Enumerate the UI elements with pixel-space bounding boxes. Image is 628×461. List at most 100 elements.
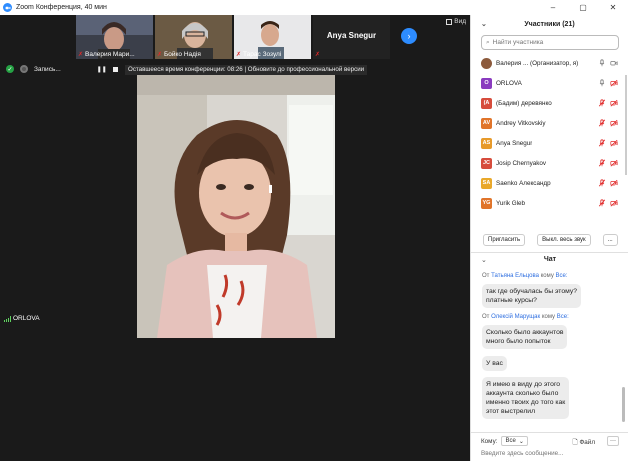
chat-message-bubble: У вас: [482, 356, 507, 371]
camera-off-icon[interactable]: [610, 79, 618, 87]
chat-header: ⌄ Чат: [471, 252, 628, 266]
avatar: O: [481, 77, 492, 89]
mic-muted-icon[interactable]: [598, 199, 606, 207]
chat-composer: Кому: Все ⌄ 🗋 Файл ···: [471, 432, 628, 461]
mic-muted-icon[interactable]: [598, 159, 606, 167]
participants-header: ⌄ Участники (21): [481, 20, 575, 29]
mic-icon[interactable]: [598, 59, 606, 67]
recipient-name[interactable]: Все:: [556, 273, 568, 279]
participant-name: Saenko Александр: [496, 179, 551, 187]
thumbnail-name: ✗ Тарас Зозулі: [236, 51, 282, 58]
chat-messages: От Татьяна Ельцова кому Все: так где обуч…: [471, 266, 628, 431]
view-button[interactable]: Вид: [446, 18, 466, 25]
next-page-button[interactable]: ›: [401, 28, 417, 44]
grid-view-icon: [446, 18, 453, 25]
participant-list-scrollbar[interactable]: [625, 75, 627, 175]
thumbnail-strip: ✗ Валерия Мари... ✗ Бойко Надія ✗ Тарас …: [76, 15, 390, 59]
encryption-shield-icon[interactable]: ✓: [6, 65, 14, 73]
mic-muted-icon: ✗: [315, 52, 321, 58]
chat-more-button[interactable]: ···: [607, 436, 619, 446]
time-remaining-banner[interactable]: Оставшееся время конференции: 08:26 | Об…: [125, 65, 368, 75]
mic-muted-icon: ✗: [157, 52, 163, 58]
participant-search[interactable]: ⌕: [481, 35, 619, 50]
avatar: JC: [481, 157, 492, 169]
mute-all-button[interactable]: Выкл. весь звук: [537, 234, 591, 246]
side-panel: ⌄ Участники (21) ⌕ Валерия ... (Организа…: [470, 15, 628, 461]
mic-muted-icon[interactable]: [598, 119, 606, 127]
mic-icon[interactable]: [598, 79, 606, 87]
invite-button[interactable]: Пригласить: [483, 234, 526, 246]
participant-name: Валерия ... (Организатор, я): [496, 59, 579, 67]
participant-status-icons: [598, 59, 618, 67]
participant-list: Валерия ... (Организатор, я) O ORLOVA (А (Ба…: [471, 53, 628, 213]
thumbnail-video[interactable]: Anya Snegur ✗: [313, 15, 390, 59]
participant-name: ORLOVA: [496, 79, 522, 87]
stop-recording-icon[interactable]: [112, 66, 118, 72]
recipient-name[interactable]: Все:: [557, 314, 569, 320]
thumbnail-video[interactable]: ✗ Бойко Надія: [155, 15, 232, 59]
camera-off-icon[interactable]: [610, 199, 618, 207]
avatar: YG: [481, 197, 492, 209]
chat-message-bubble: так где обучалась бы этому? платные курс…: [482, 284, 582, 308]
camera-off-icon[interactable]: [610, 179, 618, 187]
minimize-button[interactable]: –: [538, 0, 568, 15]
chat-message-sender: От Татьяна Ельцова кому Все:: [482, 273, 568, 279]
camera-icon[interactable]: [610, 59, 618, 67]
participant-row[interactable]: AS Anya Snegur: [471, 133, 628, 153]
thumbnail-name: ✗ Валерия Мари...: [78, 51, 135, 58]
pause-recording-icon[interactable]: ❚❚: [97, 66, 107, 73]
participant-row[interactable]: JC Josip Chernyakov: [471, 153, 628, 173]
participant-row[interactable]: AV Andrey Vitkovskiy: [471, 113, 628, 133]
recipient-row: Кому: Все ⌄: [481, 436, 528, 446]
chat-scrollbar[interactable]: [622, 387, 625, 422]
chat-message-input[interactable]: [481, 450, 619, 457]
title-bar: Zoom Конференция, 40 мин – ▢ ✕: [0, 0, 628, 15]
thumbnail-video[interactable]: ✗ Валерия Мари...: [76, 15, 153, 59]
avatar: AS: [481, 137, 492, 149]
camera-off-icon[interactable]: [610, 159, 618, 167]
participant-status-icons: [598, 199, 618, 207]
thumbnail-video[interactable]: ✗ Тарас Зозулі: [234, 15, 311, 59]
participant-status-icons: [598, 99, 618, 107]
recipient-select[interactable]: Все ⌄: [501, 436, 528, 446]
maximize-button[interactable]: ▢: [568, 0, 598, 15]
self-view-label: ORLOVA: [4, 315, 40, 322]
speaker-video-feed: [137, 75, 335, 338]
mic-muted-icon[interactable]: [598, 179, 606, 187]
file-button[interactable]: 🗋 Файл: [572, 437, 595, 448]
zoom-logo-icon: [3, 3, 12, 12]
avatar: SA: [481, 177, 492, 189]
avatar: (А: [481, 97, 492, 109]
mic-muted-icon[interactable]: [598, 99, 606, 107]
participant-row[interactable]: O ORLOVA: [471, 73, 628, 93]
participant-row[interactable]: (А (Бадим) деревянко: [471, 93, 628, 113]
participant-name: Josip Chernyakov: [496, 159, 547, 167]
camera-off-icon[interactable]: [610, 119, 618, 127]
window-title: Zoom Конференция, 40 мин: [16, 4, 107, 11]
window-controls: – ▢ ✕: [538, 0, 628, 15]
participant-search-input[interactable]: [492, 39, 603, 46]
chevron-down-icon[interactable]: ⌄: [481, 256, 487, 264]
participant-row[interactable]: Валерия ... (Организатор, я): [471, 53, 628, 73]
participant-status-icons: [598, 139, 618, 147]
thumbnail-name: ✗ Бойко Надія: [157, 51, 201, 58]
participant-status-icons: [598, 79, 618, 87]
sender-name[interactable]: Олексій Марущак: [491, 314, 540, 320]
sender-name[interactable]: Татьяна Ельцова: [491, 273, 539, 279]
participant-name: Yurik Gleb: [496, 199, 526, 207]
chat-message-sender: От Олексій Марущак кому Все:: [482, 314, 569, 320]
mic-muted-icon[interactable]: [598, 139, 606, 147]
file-icon: 🗋: [572, 439, 578, 446]
participant-name: Andrey Vitkovskiy: [496, 119, 546, 127]
participant-row[interactable]: SA Saenko Александр: [471, 173, 628, 193]
avatar: AV: [481, 117, 492, 129]
camera-off-icon[interactable]: [610, 99, 618, 107]
camera-off-icon[interactable]: [610, 139, 618, 147]
more-options-button[interactable]: ...: [602, 234, 618, 246]
participant-name: Anya Snegur: [496, 139, 533, 147]
close-button[interactable]: ✕: [598, 0, 628, 15]
thumbnail-name: ✗: [315, 51, 321, 58]
participant-row[interactable]: YG Yurik Gleb: [471, 193, 628, 213]
chevron-down-icon[interactable]: ⌄: [481, 20, 487, 28]
avatar: [481, 57, 492, 69]
